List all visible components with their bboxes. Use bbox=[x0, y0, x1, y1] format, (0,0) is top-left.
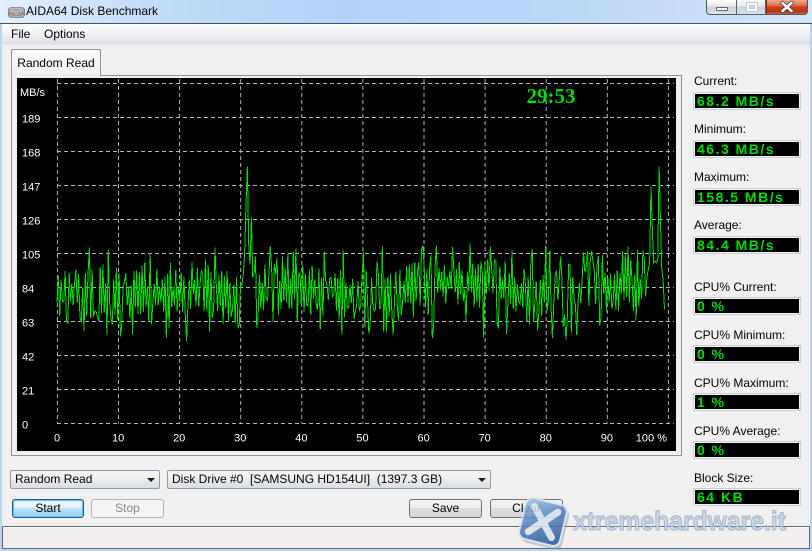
svg-text:105: 105 bbox=[22, 250, 40, 262]
svg-text:60: 60 bbox=[417, 433, 429, 445]
svg-text:70: 70 bbox=[479, 433, 491, 445]
svg-text:90: 90 bbox=[601, 433, 613, 445]
svg-text:20: 20 bbox=[173, 433, 185, 445]
svg-text:30: 30 bbox=[234, 433, 246, 445]
svg-text:xtremehardware.it: xtremehardware.it bbox=[573, 506, 786, 536]
svg-text:100 %: 100 % bbox=[636, 433, 667, 445]
svg-text:42: 42 bbox=[22, 352, 34, 364]
svg-text:80: 80 bbox=[540, 433, 552, 445]
svg-text:189: 189 bbox=[22, 114, 40, 126]
svg-text:MB/s: MB/s bbox=[20, 87, 46, 99]
svg-text:147: 147 bbox=[22, 182, 40, 194]
svg-text:21: 21 bbox=[22, 386, 34, 398]
svg-text:50: 50 bbox=[356, 433, 368, 445]
svg-text:0: 0 bbox=[54, 433, 60, 445]
svg-text:0: 0 bbox=[22, 420, 28, 432]
svg-text:168: 168 bbox=[22, 148, 40, 160]
svg-text:10: 10 bbox=[112, 433, 124, 445]
svg-text:84: 84 bbox=[22, 284, 34, 296]
svg-text:126: 126 bbox=[22, 216, 40, 228]
svg-text:63: 63 bbox=[22, 318, 34, 330]
svg-text:29:53: 29:53 bbox=[527, 84, 576, 108]
svg-text:40: 40 bbox=[295, 433, 307, 445]
